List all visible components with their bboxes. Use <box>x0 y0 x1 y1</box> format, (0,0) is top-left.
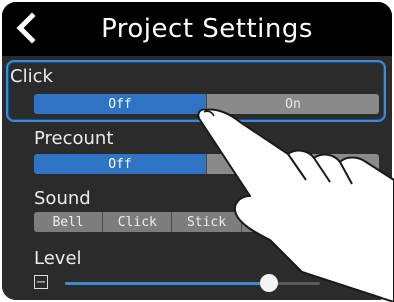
level-slider-fill <box>65 282 269 285</box>
sound-option-bell[interactable]: Bell <box>34 212 103 232</box>
level-plus-button[interactable]: + <box>362 275 376 289</box>
level-minus-button[interactable]: − <box>34 275 48 289</box>
sound-option-more[interactable] <box>309 212 379 232</box>
sound-option-click[interactable]: Click <box>102 212 172 232</box>
level-value: 80 <box>370 250 384 263</box>
page-title: Project Settings <box>101 14 313 44</box>
sound-option-stick[interactable]: Stick <box>171 212 241 232</box>
click-off-option[interactable]: Off <box>34 94 206 114</box>
sound-selector[interactable]: Bell Click Stick Cow <box>34 212 379 232</box>
sound-option-cow[interactable]: Cow <box>240 212 310 232</box>
click-label: Click <box>10 66 53 87</box>
level-slider[interactable] <box>65 274 320 292</box>
click-toggle[interactable]: Off On <box>34 94 379 114</box>
level-label: Level <box>34 248 82 269</box>
title-bar: Project Settings <box>2 2 392 52</box>
sound-label: Sound <box>34 188 91 209</box>
level-slider-knob[interactable] <box>260 274 278 292</box>
back-chevron-icon[interactable] <box>10 12 42 44</box>
precount-toggle[interactable]: Off <box>34 154 379 174</box>
precount-off-option[interactable]: Off <box>34 154 206 174</box>
click-on-option[interactable]: On <box>206 94 379 114</box>
precount-on-option[interactable] <box>206 154 379 174</box>
precount-label: Precount <box>34 128 114 149</box>
